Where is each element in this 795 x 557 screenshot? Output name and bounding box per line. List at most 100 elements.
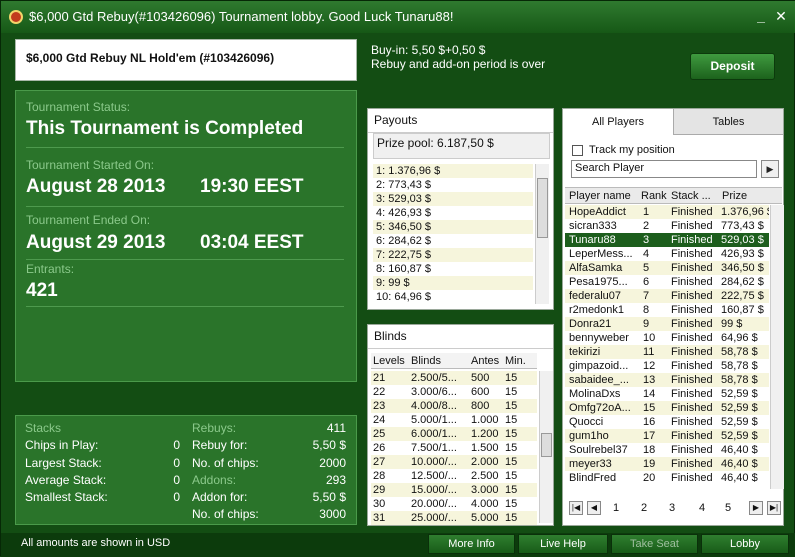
player-cell: 3 xyxy=(643,234,650,246)
status-label: Tournament Status: xyxy=(26,100,131,114)
tournament-lobby-window: $6,000 Gtd Rebuy(#103426096) Tournament … xyxy=(0,0,795,557)
column-header[interactable]: Stack ... xyxy=(671,190,711,202)
prev-page-button[interactable]: ◀ xyxy=(587,501,601,515)
close-button[interactable]: ✕ xyxy=(773,8,789,24)
column-header[interactable]: Levels xyxy=(373,355,405,367)
lobby-button[interactable]: Lobby xyxy=(701,534,789,554)
blinds-cell: 28 xyxy=(373,470,386,482)
prize-pool: Prize pool: 6.187,50 $ xyxy=(373,133,550,159)
started-date: August 28 2013 xyxy=(26,176,166,197)
rebuy-chips-label: No. of chips: xyxy=(192,456,259,470)
player-row[interactable]: gimpazoid... 12 Finished 58,78 $ xyxy=(565,359,769,373)
player-cell: 16 xyxy=(643,416,656,428)
live-help-button[interactable]: Live Help xyxy=(518,534,608,554)
payout-list[interactable]: 1: 1.376,96 $2: 773,43 $3: 529,03 $4: 42… xyxy=(373,164,533,304)
title-bar[interactable]: $6,000 Gtd Rebuy(#103426096) Tournament … xyxy=(1,1,795,33)
pagination: |◀ ◀ 1 2 3 4 5 ▶ ▶| xyxy=(563,499,783,521)
player-row[interactable]: Quocci 16 Finished 52,59 $ xyxy=(565,415,769,429)
divider xyxy=(26,306,344,307)
column-header[interactable]: Prize xyxy=(722,190,747,202)
ended-date: August 29 2013 xyxy=(26,232,166,253)
player-row[interactable]: HopeAddict 1 Finished 1.376,96 $ xyxy=(565,205,769,219)
player-row[interactable]: sabaidee_... 13 Finished 58,78 $ xyxy=(565,373,769,387)
player-row[interactable]: LeperMess... 4 Finished 426,93 $ xyxy=(565,247,769,261)
scroll-thumb[interactable] xyxy=(541,433,552,457)
page-1[interactable]: 1 xyxy=(613,502,619,514)
tournament-name: $6,000 Gtd Rebuy NL Hold'em (#103426096) xyxy=(26,51,275,65)
player-cell: 20 xyxy=(643,472,656,484)
player-row[interactable]: federalu07 7 Finished 222,75 $ xyxy=(565,289,769,303)
app-logo-icon xyxy=(9,10,23,24)
player-row[interactable]: MolinaDxs 14 Finished 52,59 $ xyxy=(565,387,769,401)
track-position-checkbox[interactable] xyxy=(572,145,583,156)
player-row[interactable]: meyer33 19 Finished 46,40 $ xyxy=(565,457,769,471)
player-row[interactable]: Donra21 9 Finished 99 $ xyxy=(565,317,769,331)
player-row[interactable]: Tunaru88 3 Finished 529,03 $ xyxy=(565,233,769,247)
blinds-cell: 15 xyxy=(505,386,518,398)
player-row[interactable]: bennyweber 10 Finished 64,96 $ xyxy=(565,331,769,345)
player-cell: Finished xyxy=(671,374,713,386)
player-cell: federalu07 xyxy=(569,290,621,302)
page-5[interactable]: 5 xyxy=(725,502,731,514)
player-row[interactable]: Soulrebel37 18 Finished 46,40 $ xyxy=(565,443,769,457)
rebuys-count: 411 xyxy=(326,421,346,435)
column-header[interactable]: Blinds xyxy=(411,355,441,367)
player-cell: 64,96 $ xyxy=(721,332,758,344)
column-header[interactable]: Antes xyxy=(471,355,499,367)
player-cell: 14 xyxy=(643,388,656,400)
player-cell: 346,50 $ xyxy=(721,262,764,274)
ended-time: 03:04 EEST xyxy=(200,232,304,253)
tab-tables[interactable]: Tables xyxy=(673,109,783,135)
ended-label: Tournament Ended On: xyxy=(26,213,151,227)
player-row[interactable]: Omfg72oA... 15 Finished 52,59 $ xyxy=(565,401,769,415)
player-cell: Tunaru88 xyxy=(569,234,616,246)
search-go-button[interactable]: ▶ xyxy=(761,160,779,178)
first-page-button[interactable]: |◀ xyxy=(569,501,583,515)
players-list[interactable]: HopeAddict 1 Finished 1.376,96 $ sicran333 2 F… xyxy=(565,205,769,489)
players-scrollbar[interactable] xyxy=(770,205,784,489)
player-row[interactable]: gum1ho 17 Finished 52,59 $ xyxy=(565,429,769,443)
more-info-button[interactable]: More Info xyxy=(428,534,515,554)
player-cell: 58,78 $ xyxy=(721,360,758,372)
player-row[interactable]: r2medonk1 8 Finished 160,87 $ xyxy=(565,303,769,317)
player-row[interactable]: sicran333 2 Finished 773,43 $ xyxy=(565,219,769,233)
player-row[interactable]: Pesa1975... 6 Finished 284,62 $ xyxy=(565,275,769,289)
blinds-cell: 15 xyxy=(505,414,518,426)
player-cell: Finished xyxy=(671,388,713,400)
last-page-button[interactable]: ▶| xyxy=(767,501,781,515)
scroll-thumb[interactable] xyxy=(537,178,548,238)
player-cell: 52,59 $ xyxy=(721,430,758,442)
player-row[interactable]: tekirizi 11 Finished 58,78 $ xyxy=(565,345,769,359)
search-player-input[interactable]: Search Player xyxy=(571,160,757,178)
page-2[interactable]: 2 xyxy=(641,502,647,514)
payouts-scrollbar[interactable] xyxy=(535,164,549,304)
payout-row: 6: 284,62 $ xyxy=(376,235,432,247)
page-3[interactable]: 3 xyxy=(669,502,675,514)
player-cell: 52,59 $ xyxy=(721,388,758,400)
player-cell: gum1ho xyxy=(569,430,609,442)
minimize-button[interactable]: _ xyxy=(753,8,769,24)
deposit-button[interactable]: Deposit xyxy=(690,53,775,80)
blinds-row: 29 15.000/... 3.000 15 xyxy=(371,483,537,497)
column-header[interactable]: Player name xyxy=(569,190,631,202)
player-cell: 529,03 $ xyxy=(721,234,764,246)
player-cell: Finished xyxy=(671,206,713,218)
largest-stack-label: Largest Stack: xyxy=(25,456,102,470)
players-panel: All Players Tables Track my position Sea… xyxy=(562,108,784,526)
player-cell: 773,43 $ xyxy=(721,220,764,232)
page-4[interactable]: 4 xyxy=(699,502,705,514)
addons-title: Addons: xyxy=(192,473,237,487)
blinds-list[interactable]: 21 2.500/5... 500 15 22 3.000/6... 600 15 23 4.00… xyxy=(371,371,537,525)
blinds-cell: 600 xyxy=(471,386,490,398)
player-row[interactable]: BlindFred 20 Finished 46,40 $ xyxy=(565,471,769,485)
player-cell: bennyweber xyxy=(569,332,629,344)
player-row[interactable]: AlfaSamka 5 Finished 346,50 $ xyxy=(565,261,769,275)
column-header[interactable]: Min. xyxy=(505,355,526,367)
blinds-cell: 15 xyxy=(505,442,518,454)
blinds-scrollbar[interactable] xyxy=(539,371,553,523)
column-header[interactable]: Rank xyxy=(641,190,667,202)
tab-all-players[interactable]: All Players xyxy=(563,109,673,135)
take-seat-button[interactable]: Take Seat xyxy=(611,534,698,554)
next-page-button[interactable]: ▶ xyxy=(749,501,763,515)
blinds-cell: 2.000 xyxy=(471,456,499,468)
